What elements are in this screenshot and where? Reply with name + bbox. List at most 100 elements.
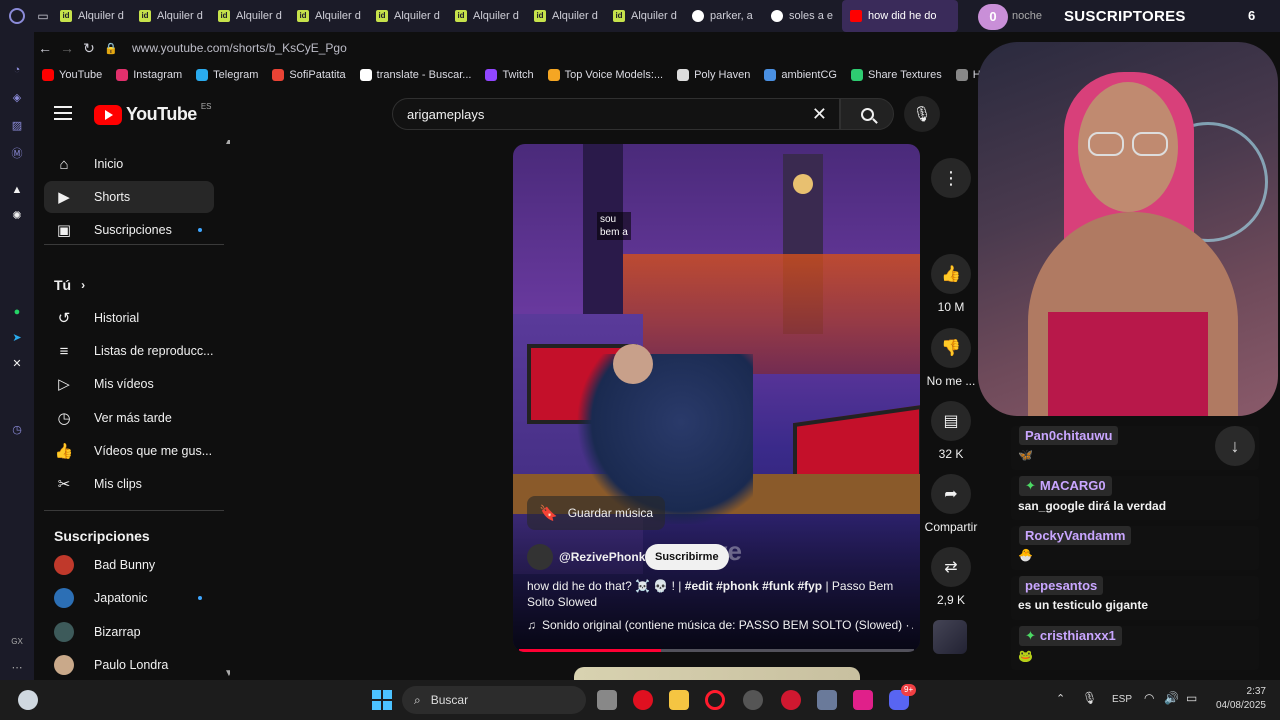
subscription-channel[interactable]: Bad Bunny — [44, 549, 214, 581]
battery-icon[interactable]: ▭ — [1186, 691, 1197, 705]
x-icon[interactable]: ✕ — [9, 356, 25, 372]
windows-start-icon[interactable] — [372, 690, 392, 710]
share-button[interactable]: ➦ Compartir — [920, 474, 982, 534]
app-pink-icon[interactable] — [853, 690, 873, 710]
remix-button[interactable]: ⇄ 2,9 K — [926, 547, 976, 607]
more-icon[interactable]: ⋯ — [9, 660, 25, 676]
clear-search-icon[interactable]: ✕ — [812, 104, 827, 125]
browser-tab[interactable]: how did he do — [842, 0, 958, 32]
sidebar-item-suscripciones[interactable]: ▣ Suscripciones — [44, 214, 214, 246]
whatsapp-icon[interactable]: ● — [9, 304, 25, 320]
sidebar-item-clips[interactable]: ✂ Mis clips — [44, 468, 214, 500]
chat-username[interactable]: RockyVandamm — [1019, 526, 1132, 545]
opera-gx-icon[interactable] — [705, 690, 725, 710]
search-button[interactable] — [840, 98, 894, 130]
settings-icon[interactable] — [817, 690, 837, 710]
tu-section-heading[interactable]: Tú › — [54, 277, 85, 293]
sound-info[interactable]: ♫ Sonido original (contiene música de: P… — [527, 618, 913, 632]
bookmark-item[interactable]: Poly Haven — [677, 69, 750, 81]
crypto-wallet-icon[interactable]: ◈ — [9, 90, 25, 106]
messenger-icon[interactable]: Ⓜ — [9, 146, 25, 162]
browser-tab[interactable]: id Alquiler d — [210, 0, 289, 32]
browser-tab[interactable]: id Alquiler d — [447, 0, 526, 32]
obs-icon[interactable] — [743, 690, 763, 710]
taskbar-search-input[interactable]: ⌕ Buscar — [402, 686, 586, 714]
url-field[interactable]: www.youtube.com/shorts/b_KsCyE_Pgo — [132, 41, 347, 55]
browser-tab[interactable]: parker, a — [684, 0, 763, 32]
bookmark-item[interactable]: Twitch — [485, 69, 534, 81]
browser-tab[interactable]: soles a e — [763, 0, 842, 32]
youtube-logo[interactable]: YouTube ES — [94, 102, 212, 125]
sidebar-item-my-videos[interactable]: ▷ Mis vídeos — [44, 368, 214, 400]
more-options-button[interactable]: ⋮ — [926, 158, 976, 204]
voice-search-icon[interactable]: 🎙 — [904, 96, 940, 132]
menu-icon[interactable] — [54, 106, 72, 120]
bookmark-item[interactable]: Instagram — [116, 69, 182, 81]
opera-logo-icon[interactable] — [0, 0, 34, 32]
back-icon[interactable]: ← — [34, 40, 56, 56]
chat-username[interactable]: Pan0chitauwu — [1019, 426, 1119, 445]
chat-username[interactable]: pepesantos — [1019, 576, 1104, 595]
bookmark-item[interactable]: YouTube — [42, 69, 102, 81]
app-circle-icon[interactable] — [781, 690, 801, 710]
browser-tab[interactable]: id Alquiler d — [52, 0, 131, 32]
sound-thumbnail[interactable] — [933, 620, 967, 654]
tab-manager-icon[interactable]: ▭ — [34, 0, 52, 32]
video-progress-track[interactable] — [519, 649, 914, 652]
language-indicator[interactable]: ESP — [1112, 694, 1132, 705]
subscription-channel[interactable]: Paulo Londra — [44, 649, 214, 680]
next-short-preview[interactable] — [574, 667, 860, 680]
volume-icon[interactable]: 🔊 — [1164, 691, 1179, 705]
chevron-up-icon[interactable]: ⌃ — [1056, 692, 1065, 705]
bookmark-item[interactable]: ambientCG — [764, 69, 837, 81]
search-input[interactable]: arigameplays ✕ — [392, 98, 840, 130]
telegram-icon[interactable]: ➤ — [9, 330, 25, 346]
chat-username[interactable]: ✦ cristhianxx1 — [1019, 626, 1122, 646]
reload-icon[interactable]: ↻ — [78, 40, 100, 57]
aria-icon[interactable]: ◔ — [9, 62, 25, 78]
wifi-icon[interactable]: ◠ — [1144, 691, 1154, 705]
subscription-channel[interactable]: Japatonic — [44, 582, 214, 614]
browser-tab[interactable]: id Alquiler d — [131, 0, 210, 32]
flow-icon[interactable]: ▨ — [9, 118, 25, 134]
gx-icon[interactable]: GX — [9, 634, 25, 650]
app-red-icon[interactable] — [633, 690, 653, 710]
comments-button[interactable]: ▤ 32 K — [926, 401, 976, 461]
channel-name[interactable]: @RezivePhonk — [559, 550, 645, 564]
bookmark-item[interactable]: Share Textures — [850, 69, 942, 81]
browser-tab[interactable]: id Alquiler d — [526, 0, 605, 32]
chatgpt-icon[interactable]: ✺ — [9, 208, 25, 224]
weather-icon[interactable] — [18, 690, 38, 710]
browser-tab[interactable]: id Alquiler d — [605, 0, 684, 32]
bookmark-item[interactable]: Top Voice Models:... — [547, 69, 663, 81]
sidebar-item-inicio[interactable]: ⌂ Inicio — [44, 148, 214, 180]
bookmark-item[interactable]: SofiPatatita — [272, 69, 346, 81]
history-rail-icon[interactable]: ◷ — [9, 422, 25, 438]
sidebar-item-shorts[interactable]: ▶ Shorts — [44, 181, 214, 213]
task-view-icon[interactable] — [597, 690, 617, 710]
sidebar-item-liked[interactable]: 👍 Vídeos que me gus... — [44, 435, 214, 467]
browser-tab[interactable]: id Alquiler d — [289, 0, 368, 32]
file-explorer-icon[interactable] — [669, 690, 689, 710]
dislike-button[interactable]: 👎 No me ... — [926, 328, 976, 388]
browser-tab[interactable]: id Alquiler d — [368, 0, 447, 32]
chat-username[interactable]: ✦ MACARG0 — [1019, 476, 1112, 496]
sidebar-scroll-up-icon[interactable]: ▲ — [224, 140, 230, 147]
bookmark-item[interactable]: Telegram — [196, 69, 258, 81]
short-video-player[interactable]: sou bem a 🔖 Guardar música ve @RezivePho… — [513, 144, 920, 652]
clock[interactable]: 2:37 04/08/2025 — [1206, 685, 1266, 713]
ai-tool-icon[interactable]: ▲ — [9, 182, 25, 198]
subscription-channel[interactable]: Bizarrap — [44, 616, 214, 648]
channel-avatar[interactable] — [527, 544, 553, 570]
sidebar-scroll-down-icon[interactable]: ▼ — [224, 668, 230, 679]
sidebar-item-watch-later[interactable]: ◷ Ver más tarde — [44, 402, 214, 434]
sidebar-item-history[interactable]: ↺ Historial — [44, 302, 214, 334]
save-music-button[interactable]: 🔖 Guardar música — [527, 496, 666, 530]
subscribe-button[interactable]: Suscribirme — [645, 544, 729, 570]
microphone-icon[interactable]: 🎙 — [1082, 691, 1097, 705]
sidebar-item-playlist[interactable]: ≡ Listas de reproducc... — [44, 335, 214, 367]
forward-icon[interactable]: → — [56, 40, 78, 56]
scroll-down-icon[interactable]: ↓ — [1215, 426, 1255, 466]
like-button[interactable]: 👍 10 M — [926, 254, 976, 314]
title-hashtags[interactable]: #edit #phonk #funk #fyp — [685, 579, 822, 593]
